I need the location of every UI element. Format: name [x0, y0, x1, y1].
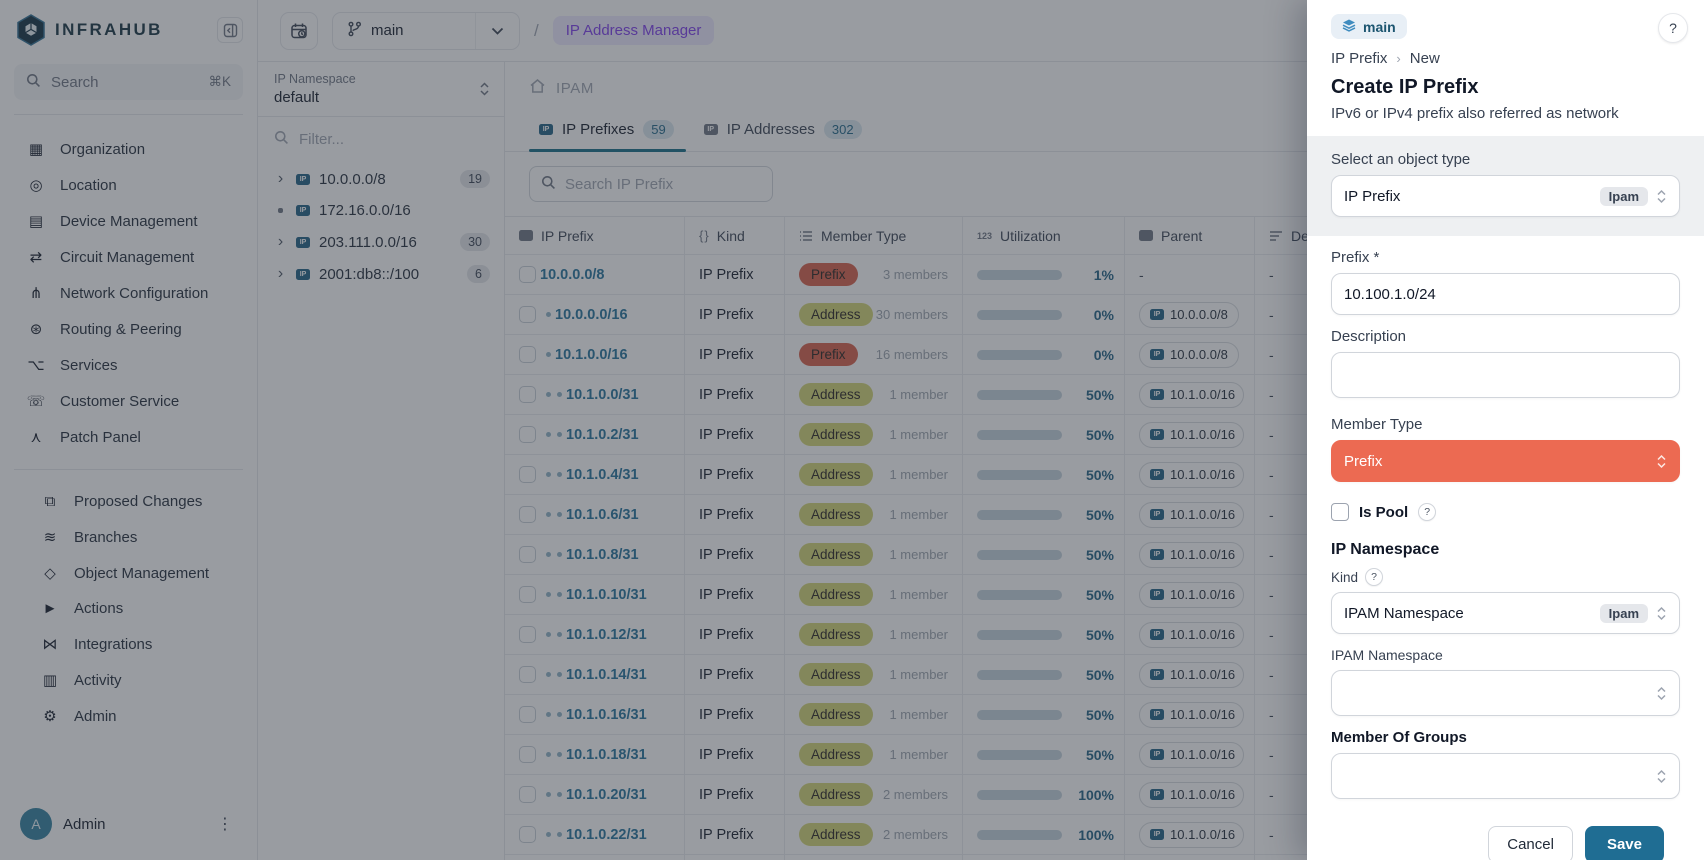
- object-type-value: IP Prefix: [1344, 188, 1400, 205]
- kind-value: IPAM Namespace: [1344, 605, 1464, 622]
- breadcrumb-current: New: [1410, 50, 1440, 67]
- chevron-up-down-icon: [1656, 189, 1667, 204]
- save-button[interactable]: Save: [1585, 826, 1664, 860]
- cancel-button[interactable]: Cancel: [1488, 826, 1573, 860]
- drawer-title: Create IP Prefix: [1331, 76, 1688, 99]
- chevron-up-down-icon: [1656, 454, 1667, 469]
- drawer-breadcrumb: IP Prefix › New: [1331, 50, 1688, 67]
- ipam-kind-badge: Ipam: [1600, 604, 1648, 623]
- chevron-up-down-icon: [1656, 686, 1667, 701]
- member-type-value: Prefix: [1344, 453, 1382, 470]
- kind-label: Kind: [1331, 570, 1358, 585]
- object-type-label: Select an object type: [1331, 151, 1680, 168]
- layers-icon: [1342, 18, 1356, 35]
- create-ip-prefix-drawer: main ? IP Prefix › New Create IP Prefix …: [1307, 0, 1704, 860]
- chevron-up-down-icon: [1656, 769, 1667, 784]
- member-of-groups-label: Member Of Groups: [1331, 729, 1680, 746]
- kind-select[interactable]: IPAM Namespace Ipam: [1331, 592, 1680, 634]
- kind-help-icon[interactable]: ?: [1365, 568, 1383, 586]
- drawer-help-button[interactable]: ?: [1658, 13, 1688, 43]
- ip-namespace-section-title: IP Namespace: [1331, 541, 1680, 559]
- breadcrumb-parent[interactable]: IP Prefix: [1331, 50, 1387, 67]
- is-pool-label: Is Pool: [1359, 504, 1408, 521]
- member-type-label: Member Type: [1331, 416, 1680, 433]
- description-field-label: Description: [1331, 328, 1680, 345]
- modal-dim-overlay[interactable]: [0, 0, 1307, 860]
- ipam-namespace-label: IPAM Namespace: [1331, 647, 1680, 663]
- is-pool-help-icon[interactable]: ?: [1418, 503, 1436, 521]
- drawer-subtitle: IPv6 or IPv4 prefix also referred as net…: [1331, 105, 1688, 122]
- object-type-select[interactable]: IP Prefix Ipam: [1331, 175, 1680, 217]
- chevron-right-icon: ›: [1396, 51, 1400, 66]
- drawer-branch-badge: main: [1331, 14, 1407, 39]
- prefix-field-label: Prefix *: [1331, 249, 1680, 266]
- is-pool-checkbox[interactable]: [1331, 503, 1349, 521]
- member-of-groups-select[interactable]: [1331, 753, 1680, 799]
- chevron-up-down-icon: [1656, 606, 1667, 621]
- ipam-kind-badge: Ipam: [1600, 187, 1648, 206]
- ipam-namespace-select[interactable]: [1331, 670, 1680, 716]
- description-textarea[interactable]: [1331, 352, 1680, 398]
- drawer-branch-name: main: [1363, 19, 1396, 35]
- member-type-select[interactable]: Prefix: [1331, 440, 1680, 482]
- prefix-input[interactable]: [1331, 273, 1680, 315]
